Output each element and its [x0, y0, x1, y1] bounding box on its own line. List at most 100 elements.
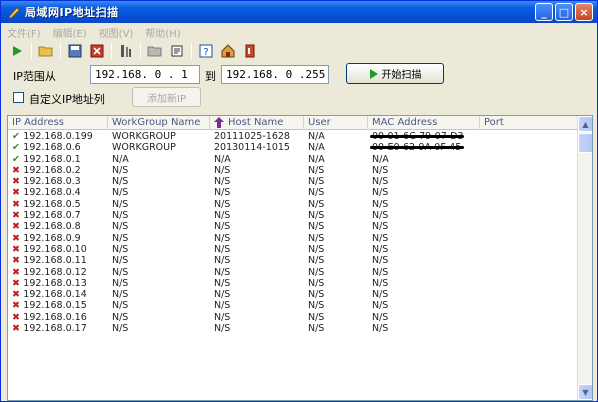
cell-host: N/S — [214, 164, 231, 176]
main-window: 局域网IP地址扫描 _ □ × 文件(F) 编辑(E) 视图(V) 帮助(H) … — [0, 0, 598, 402]
cell-wg: N/S — [112, 266, 129, 278]
cell-host: N/S — [214, 311, 231, 323]
table-row[interactable]: ✖ 192.168.0.4 N/S N/S N/S N/S — [8, 187, 578, 198]
scroll-down-button[interactable]: ▼ — [578, 384, 592, 400]
menu-file[interactable]: 文件(F) — [7, 25, 41, 40]
cross-icon: ✖ — [12, 323, 24, 335]
table-row[interactable]: ✖ 192.168.0.3 N/S N/S N/S N/S — [8, 176, 578, 187]
cell-user: N/A — [308, 142, 325, 154]
start-ip-input[interactable]: 192.168. 0 . 1 — [90, 65, 200, 84]
table-row[interactable]: ✔ 192.168.0.6WORKGROUP20130114-1015N/A00… — [8, 142, 578, 153]
cross-icon: ✖ — [12, 176, 24, 188]
export-icon[interactable] — [169, 43, 185, 59]
table-row[interactable]: ✖ 192.168.0.11 N/S N/S N/S N/S — [8, 255, 578, 266]
menu-view[interactable]: 视图(V) — [99, 25, 134, 40]
table-row[interactable]: ✖ 192.168.0.8 N/S N/S N/S N/S — [8, 221, 578, 232]
exit-icon[interactable] — [242, 43, 258, 59]
open-folder-icon[interactable] — [38, 43, 54, 59]
table-row[interactable]: ✔ 192.168.0.1 N/A N/A N/A N/A — [8, 154, 578, 165]
col-ip-address[interactable]: IP Address — [8, 116, 108, 130]
check-icon: ✔ — [12, 153, 24, 165]
cell-mac: N/S — [372, 277, 389, 289]
folder-icon[interactable] — [147, 43, 163, 59]
save-icon[interactable] — [67, 43, 83, 59]
cell-mac: N/S — [372, 187, 389, 199]
col-workgroup-name[interactable]: WorkGroup Name — [108, 116, 210, 130]
cell-user: N/A — [308, 131, 325, 142]
cell-host: N/A — [214, 153, 231, 165]
cross-icon: ✖ — [12, 164, 24, 176]
menu-help[interactable]: 帮助(H) — [145, 25, 180, 40]
home-icon[interactable] — [220, 43, 236, 59]
table-row[interactable]: ✖ 192.168.0.10 N/S N/S N/S N/S — [8, 244, 578, 255]
start-scan-button[interactable]: 开始扫描 — [346, 63, 444, 84]
ip-text: 192.168.0.3 — [23, 176, 81, 188]
table-row[interactable]: ✖ 192.168.0.2 N/S N/S N/S N/S — [8, 165, 578, 176]
cross-icon: ✖ — [12, 289, 24, 301]
play-icon[interactable] — [9, 43, 25, 59]
delete-icon[interactable] — [89, 43, 105, 59]
cell-mac: N/S — [372, 300, 389, 312]
title-bar[interactable]: 局域网IP地址扫描 _ □ × — [1, 1, 597, 23]
table-row[interactable]: ✖ 192.168.0.14 N/S N/S N/S N/S — [8, 289, 578, 300]
cell-host: N/S — [214, 266, 231, 278]
minimize-button[interactable]: _ — [535, 3, 553, 21]
table-row[interactable]: ✖ 192.168.0.17 N/S N/S N/S N/S — [8, 323, 578, 334]
cell-ip: ✖ 192.168.0.8 — [8, 221, 81, 232]
window-title: 局域网IP地址扫描 — [25, 6, 119, 19]
cell-user: N/A — [308, 153, 325, 165]
table-row[interactable]: ✖ 192.168.0.15 N/S N/S N/S N/S — [8, 300, 578, 311]
cell-mac: N/S — [372, 255, 389, 267]
add-new-ip-label: 添加新IP — [147, 93, 186, 105]
cell-host: 20111025-1628 — [214, 131, 290, 142]
close-button[interactable]: × — [575, 3, 593, 21]
table-row[interactable]: ✖ 192.168.0.16 N/S N/S N/S N/S — [8, 312, 578, 323]
ip-text: 192.168.0.6 — [23, 142, 81, 154]
play-icon — [369, 68, 378, 79]
cell-user: N/S — [308, 289, 325, 301]
ip-range-label: IP范围从 — [13, 70, 56, 83]
table-row[interactable]: ✖ 192.168.0.12 N/S N/S N/S N/S — [8, 267, 578, 278]
col-port[interactable]: Port — [480, 116, 578, 130]
list-rows: ✔ 192.168.0.199 WORKGROUP 20111025-1628 N/A… — [8, 131, 578, 334]
cell-wg: N/S — [112, 176, 129, 188]
vertical-scrollbar[interactable]: ▲ ▼ — [577, 116, 592, 400]
cell-ip: ✖ 192.168.0.4 — [8, 187, 81, 198]
col-user[interactable]: User — [304, 116, 368, 130]
cell-ip: ✔ 192.168.0.6 — [8, 142, 81, 153]
cross-icon: ✖ — [12, 221, 24, 233]
menu-edit[interactable]: 编辑(E) — [53, 25, 87, 40]
cross-icon: ✖ — [12, 187, 24, 199]
cell-ip: ✖ 192.168.0.9 — [8, 233, 81, 244]
table-row[interactable]: ✔ 192.168.0.199 WORKGROUP 20111025-1628 N/A… — [8, 131, 578, 142]
cell-wg: N/S — [112, 198, 129, 210]
cell-user: N/S — [308, 164, 325, 176]
maximize-button[interactable]: □ — [555, 3, 573, 21]
results-list[interactable]: IP Address WorkGroup Name Host Name User… — [7, 115, 593, 401]
end-ip-input[interactable]: 192.168. 0 .255 — [221, 65, 329, 84]
cell-ip: ✖ 192.168.0.17 — [8, 323, 87, 334]
col-host-name[interactable]: Host Name — [210, 116, 304, 130]
ip-text: 192.168.0.4 — [23, 187, 81, 199]
cell-host: N/S — [214, 210, 231, 222]
scroll-thumb[interactable] — [578, 133, 592, 153]
cross-icon: ✖ — [12, 255, 24, 267]
ip-text: 192.168.0.14 — [23, 289, 87, 301]
help-icon[interactable]: ? — [198, 43, 214, 59]
table-row[interactable]: ✖ 192.168.0.9 N/S N/S N/S N/S — [8, 233, 578, 244]
cell-host: 20130114-1015 — [214, 142, 290, 154]
col-mac-address[interactable]: MAC Address — [368, 116, 480, 130]
custom-ip-checkbox[interactable] — [13, 92, 24, 103]
add-new-ip-button[interactable]: 添加新IP — [132, 87, 201, 107]
cell-host: N/S — [214, 221, 231, 233]
table-row[interactable]: ✖ 192.168.0.7 N/S N/S N/S N/S — [8, 210, 578, 221]
cross-icon: ✖ — [12, 243, 24, 255]
table-row[interactable]: ✖ 192.168.0.13 N/S N/S N/S N/S — [8, 278, 578, 289]
ip-text: 192.168.0.199 — [23, 131, 93, 142]
cell-host: N/S — [214, 176, 231, 188]
ip-text: 192.168.0.8 — [23, 221, 81, 233]
filter-icon[interactable] — [118, 43, 134, 59]
ip-text: 192.168.0.5 — [23, 198, 81, 210]
scroll-up-button[interactable]: ▲ — [578, 116, 592, 132]
table-row[interactable]: ✖ 192.168.0.5 N/S N/S N/S N/S — [8, 199, 578, 210]
